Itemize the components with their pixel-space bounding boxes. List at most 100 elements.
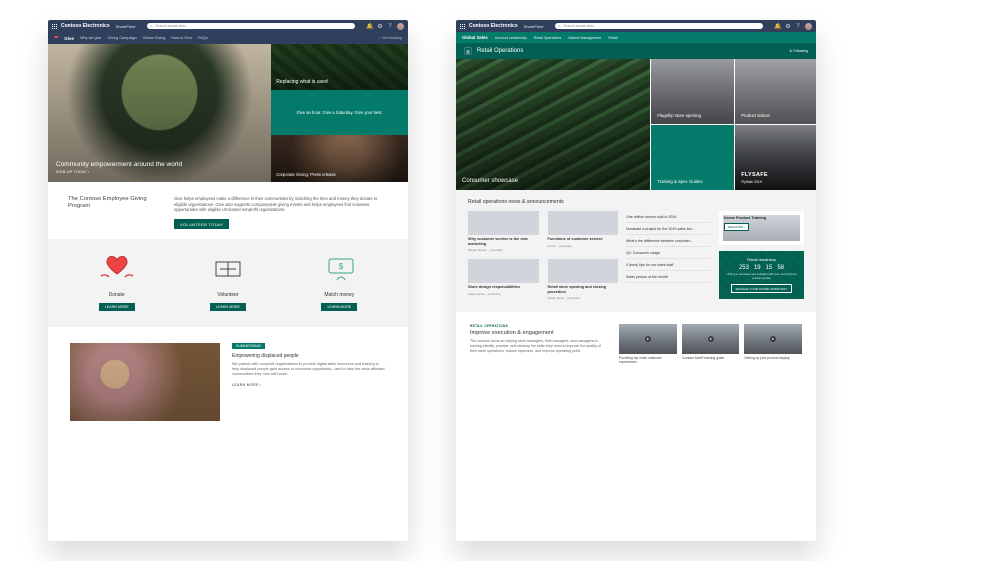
suite-bar: Contoso Electronics SharePoint Search ac… bbox=[48, 20, 408, 32]
app-name: SharePoint bbox=[116, 24, 136, 29]
settings-icon[interactable]: ⚙ bbox=[377, 23, 383, 30]
news-link[interactable]: Sales person of the month bbox=[626, 271, 711, 283]
countdown-sub: Until your doorsteps are indulged with y… bbox=[725, 273, 798, 280]
hero-tile-flysafe[interactable]: FLYSAFEFlySafe 2019 bbox=[735, 125, 816, 190]
help-icon[interactable]: ? bbox=[795, 23, 801, 29]
nav-retailops[interactable]: Retail Operations bbox=[534, 36, 562, 40]
nav-why[interactable]: Why we give bbox=[80, 36, 102, 40]
play-icon bbox=[708, 336, 714, 342]
news-thumb bbox=[548, 259, 619, 283]
col-title: Volunteer bbox=[217, 292, 238, 298]
news-thumb bbox=[468, 259, 539, 283]
site-brand[interactable]: Give bbox=[64, 36, 74, 41]
news-cards: Why customer service is the new marketin… bbox=[468, 211, 618, 300]
video-card[interactable]: Setting up your product display bbox=[744, 324, 802, 364]
video-card[interactable]: Providing top notch customer experiences bbox=[619, 324, 677, 364]
donate-icon bbox=[90, 251, 144, 287]
app-launcher-icon[interactable] bbox=[52, 24, 57, 29]
search-icon bbox=[150, 25, 153, 28]
news-link[interactable]: What's the difference between customer… bbox=[626, 235, 711, 247]
play-icon bbox=[645, 336, 651, 342]
news-card[interactable]: Why customer service is the new marketin… bbox=[468, 211, 539, 252]
hero-main-title: Community empowerment around the world bbox=[56, 161, 263, 168]
hero-tile-quote[interactable]: Give an hour. Give a Saturday. Give your… bbox=[271, 90, 408, 136]
news-section: Retail operations news & announcements W… bbox=[456, 189, 816, 312]
org-name: Contoso Electronics bbox=[469, 23, 518, 29]
follow-toggle[interactable]: ★ Following bbox=[789, 49, 808, 53]
svg-text:$: $ bbox=[339, 262, 344, 271]
settings-icon[interactable]: ⚙ bbox=[785, 23, 791, 30]
hero-main-tile[interactable]: Community empowerment around the world S… bbox=[48, 44, 271, 182]
displaced-image bbox=[70, 343, 220, 421]
app-launcher-icon[interactable] bbox=[460, 24, 465, 29]
news-card[interactable]: Retail store opening and closing procedu… bbox=[548, 259, 619, 300]
countdown-card: Retail readiness 253 19 15 58 Until your… bbox=[719, 251, 804, 299]
hero-region: Consumer showcase Flagship store opening… bbox=[456, 59, 816, 189]
avatar[interactable] bbox=[397, 23, 404, 30]
alerts-icon[interactable]: 🔔 bbox=[775, 23, 781, 30]
video-card[interactable]: Contoso MaxR training guide bbox=[682, 324, 740, 364]
countdown-title: Retail readiness bbox=[725, 257, 798, 262]
learn-more-button[interactable]: LEARN MORE bbox=[210, 303, 246, 311]
search-placeholder: Search across sites bbox=[563, 24, 594, 28]
follow-toggle[interactable]: ☆ Not following bbox=[378, 36, 402, 40]
hero-main-cta[interactable]: SIGN UP TODAY › bbox=[56, 170, 263, 174]
news-heading: Retail operations news & announcements bbox=[468, 199, 804, 205]
news-thumb bbox=[468, 211, 539, 235]
promo-card[interactable]: Drone Product Training REGISTER › bbox=[719, 211, 804, 245]
suite-bar: Contoso Electronics SharePoint Search ac… bbox=[456, 20, 816, 32]
hero-main-tile[interactable]: Consumer showcase bbox=[456, 59, 650, 190]
site-nav: ❤ Give Why we give Giving Campaign Globa… bbox=[48, 32, 408, 44]
program-intro: The Contoso Employee Giving Program Give… bbox=[48, 182, 408, 239]
manage-inventory-button[interactable]: MANAGE YOUR STORE INVENTORY bbox=[731, 284, 793, 293]
register-button[interactable]: REGISTER › bbox=[724, 223, 749, 231]
sharepoint-page-give: Contoso Electronics SharePoint Search ac… bbox=[48, 20, 408, 541]
displaced-title: Empowering displaced people bbox=[232, 353, 386, 359]
search-box[interactable]: Search across sites bbox=[555, 23, 763, 29]
hero-tile-press[interactable]: Corporate Giving: Press release bbox=[271, 135, 408, 182]
news-link[interactable]: 5 (best) tips for our sales staff bbox=[626, 259, 711, 271]
nav-faqs[interactable]: FAQs bbox=[198, 36, 208, 40]
match-money-icon: $ bbox=[312, 251, 366, 287]
nav-howto[interactable]: How to Give bbox=[171, 36, 192, 40]
hero-tile-flagship[interactable]: Flagship store opening bbox=[651, 59, 734, 124]
nav-campaign[interactable]: Giving Campaign bbox=[108, 36, 137, 40]
training-videos: Providing top notch customer experiences… bbox=[619, 324, 802, 364]
nav-market[interactable]: Market Management bbox=[568, 36, 601, 40]
help-icon[interactable]: ? bbox=[387, 23, 393, 29]
hero-tile-videos[interactable]: Product videos bbox=[735, 59, 816, 124]
news-thumb bbox=[548, 211, 619, 235]
nav-account[interactable]: Account Leadership bbox=[495, 36, 527, 40]
intro-heading: The Contoso Employee Giving Program bbox=[68, 196, 158, 229]
news-link[interactable]: One million drones sold in 2018 bbox=[626, 211, 711, 223]
displaced-body: We partner with nonprofit organizations … bbox=[232, 362, 386, 377]
avatar[interactable] bbox=[805, 23, 812, 30]
learn-more-button[interactable]: LEARN MORE bbox=[321, 303, 357, 311]
news-link[interactable]: Q4: Consumer usage bbox=[626, 247, 711, 259]
displaced-section: HUMANITARIAN Empowering displaced people… bbox=[48, 327, 408, 437]
training-body: The courses focus on helping store manag… bbox=[470, 339, 605, 354]
nav-global[interactable]: Global Giving bbox=[143, 36, 166, 40]
training-section: RETAIL OPERATIONS Improve execution & en… bbox=[456, 312, 816, 376]
news-card[interactable]: Store design responsibilitiesAdele Vance… bbox=[468, 259, 539, 300]
hub-brand[interactable]: Global Sales bbox=[462, 35, 488, 40]
countdown-numbers: 253 19 15 58 bbox=[725, 265, 798, 271]
volunteer-button[interactable]: VOLUNTEER TODAY bbox=[174, 219, 229, 229]
nav-retail[interactable]: Retail bbox=[608, 36, 617, 40]
search-icon bbox=[558, 25, 561, 28]
search-box[interactable]: Search across sites bbox=[147, 23, 355, 29]
hero-tile-training[interactable]: Training & Spec Guides bbox=[651, 125, 734, 190]
search-placeholder: Search across sites bbox=[155, 24, 186, 28]
news-link[interactable]: Nominate a project for the 2019 sales le… bbox=[626, 223, 711, 235]
news-link-list: One million drones sold in 2018 Nominate… bbox=[626, 211, 711, 283]
alerts-icon[interactable]: 🔔 bbox=[367, 23, 373, 30]
hero-region: Community empowerment around the world S… bbox=[48, 44, 408, 182]
play-icon bbox=[770, 336, 776, 342]
site-header: ▥ Retail Operations ★ Following bbox=[456, 43, 816, 59]
col-volunteer: Volunteer LEARN MORE bbox=[181, 251, 274, 311]
learn-more-button[interactable]: LEARN MORE bbox=[99, 303, 135, 311]
learn-more-link[interactable]: LEARN MORE › bbox=[232, 383, 386, 387]
news-card[interactable]: Functions of customer serviceIan Xu · ye… bbox=[548, 211, 619, 252]
hero-tile-replacing[interactable]: Replacing what is used bbox=[271, 44, 408, 90]
three-column-section: Donate LEARN MORE Volunteer LEARN MORE $… bbox=[48, 239, 408, 327]
